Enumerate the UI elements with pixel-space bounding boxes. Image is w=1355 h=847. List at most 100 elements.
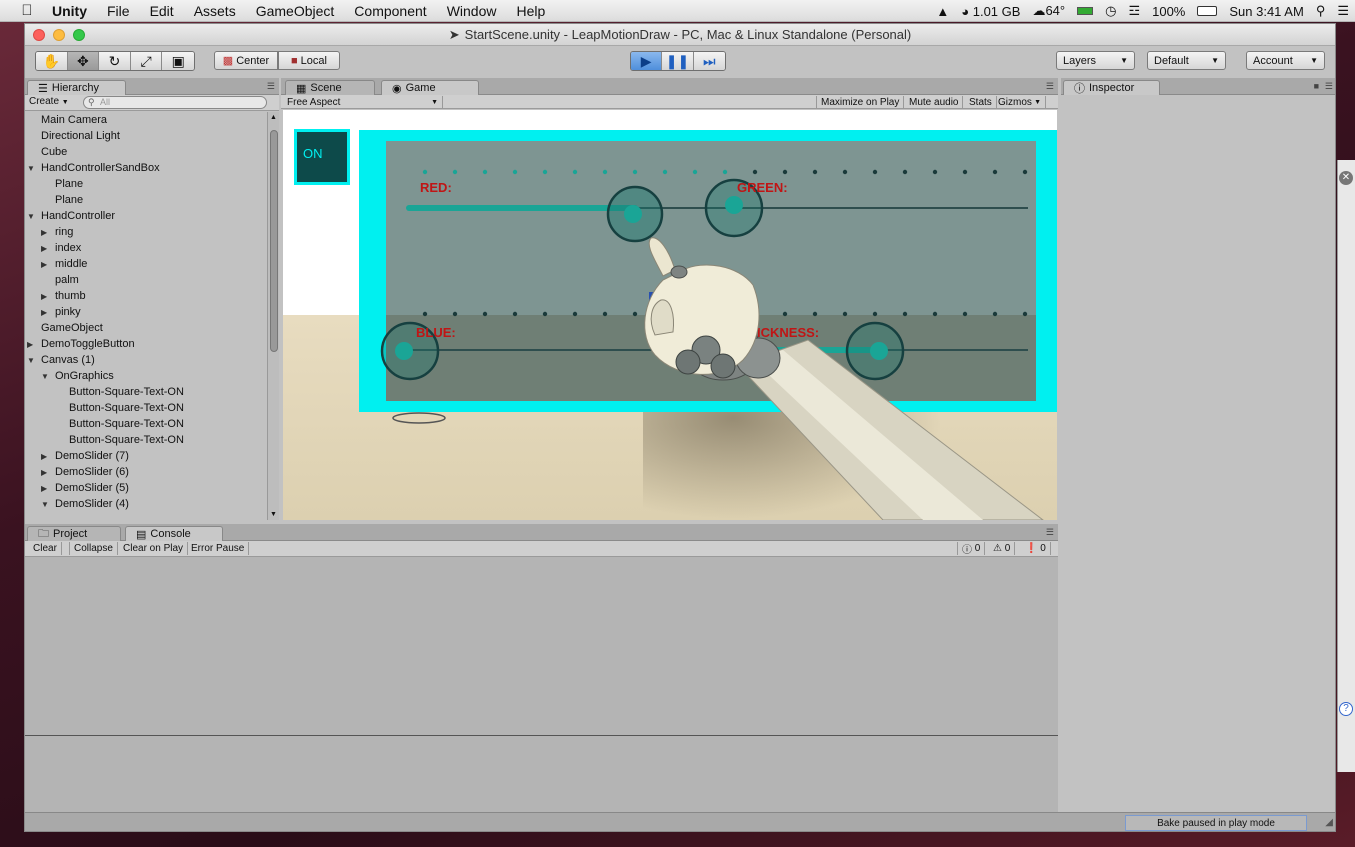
collapsed-arrow-icon[interactable]: ▶ [41,481,52,497]
red-slider-knob[interactable] [624,205,642,223]
console-detail-area[interactable] [25,737,1058,812]
resize-grip-icon[interactable]: ◢ [1325,817,1333,828]
hierarchy-item[interactable]: Button-Square-Text-ON [55,384,184,400]
panel-menu-icon[interactable]: ☰ [1046,527,1054,538]
lock-icon[interactable]: ■ [1314,81,1319,91]
hierarchy-item[interactable]: ▼ HandController [27,208,115,224]
create-dropdown[interactable]: Create ▼ [29,96,69,107]
hierarchy-item[interactable]: ▶ DemoSlider (7) [41,448,129,464]
console-clear-on-play-button[interactable]: Clear on Play [119,542,189,555]
hierarchy-item[interactable]: ▼ HandControllerSandBox [27,160,160,176]
hierarchy-item[interactable]: ▶ thumb [41,288,86,304]
menu-assets[interactable]: Assets [184,3,246,19]
expanded-arrow-icon[interactable]: ▼ [41,369,52,385]
hierarchy-scroll-thumb[interactable] [270,130,278,352]
spotlight-icon[interactable]: ⚲ [1316,3,1326,19]
collapsed-arrow-icon[interactable]: ▶ [41,257,52,273]
minimize-window-button[interactable] [53,29,65,41]
zoom-window-button[interactable] [73,29,85,41]
tab-project[interactable]: 🗀 Project [27,526,121,541]
expanded-arrow-icon[interactable]: ▼ [27,353,38,369]
console-log-list[interactable] [25,558,1058,736]
hierarchy-search-input[interactable]: ⚲ All [83,96,267,109]
expanded-arrow-icon[interactable]: ▼ [27,209,38,225]
clock[interactable]: Sun 3:41 AM [1229,4,1303,19]
maximize-on-play-toggle[interactable]: Maximize on Play [816,96,905,109]
tab-scene[interactable]: ▦ Scene [285,80,375,95]
hierarchy-item[interactable]: Button-Square-Text-ON [55,416,184,432]
close-window-button[interactable] [33,29,45,41]
account-dropdown[interactable]: Account ▼ [1246,51,1325,70]
menu-component[interactable]: Component [344,3,436,19]
hierarchy-item[interactable]: ▶ DemoSlider (6) [41,464,129,480]
memory-status[interactable]: ◕ 1.01 GB [961,4,1020,19]
menu-file[interactable]: File [97,3,140,19]
hierarchy-item[interactable]: Directional Light [27,128,120,144]
step-button[interactable]: ⏭ [693,52,725,70]
scale-tool-button[interactable]: ⤢ [130,52,163,70]
hierarchy-item[interactable]: ▶ ring [41,224,73,240]
console-clear-button[interactable]: Clear [29,542,62,555]
layout-dropdown[interactable]: Default ▼ [1147,51,1226,70]
apple-icon[interactable]:  [12,2,42,19]
tab-game[interactable]: ◉ Game [381,80,479,95]
collapsed-arrow-icon[interactable]: ▶ [41,241,52,257]
hierarchy-item[interactable]: Main Camera [27,112,107,128]
scroll-down-icon[interactable]: ▼ [270,511,277,518]
weather-status[interactable]: ☁64° [1032,3,1065,19]
pivot-center-toggle[interactable]: ▩ Center [214,51,278,70]
panel-menu-icon[interactable]: ☰ [1046,81,1054,92]
panel-menu-icon[interactable]: ☰ [267,81,275,92]
game-viewport[interactable]: ON RED: GREEN: BLUE: ICKNESS: [283,110,1057,520]
aspect-dropdown[interactable]: Free Aspect ▼ [283,96,443,109]
hierarchy-item[interactable]: Cube [27,144,67,160]
hierarchy-item[interactable]: Button-Square-Text-ON [55,400,184,416]
mute-audio-toggle[interactable]: Mute audio [905,96,964,109]
menu-gameobject[interactable]: GameObject [246,3,345,19]
hierarchy-item[interactable]: ▶ middle [41,256,87,272]
hierarchy-item[interactable]: Button-Square-Text-ON [55,432,184,448]
hierarchy-item[interactable]: ▶ pinky [41,304,81,320]
battery-meter-icon[interactable] [1077,7,1094,15]
hierarchy-scrollbar[interactable]: ▲ ▼ [267,112,279,520]
expanded-arrow-icon[interactable]: ▼ [27,161,38,177]
hierarchy-item[interactable]: ▶ DemoSlider (5) [41,480,129,496]
menu-edit[interactable]: Edit [140,3,184,19]
hierarchy-item[interactable]: ▶ DemoToggleButton [27,336,135,352]
warning-count-toggle[interactable]: ⚠ 0 [989,542,1016,555]
layers-dropdown[interactable]: Layers ▼ [1056,51,1135,70]
error-count-toggle[interactable]: ❗ 0 [1021,542,1051,555]
stats-toggle[interactable]: Stats [965,96,997,109]
tab-console[interactable]: ▤ Console [125,526,223,541]
rect-tool-button[interactable]: ▣ [162,52,194,70]
drive-icon[interactable]: ▲ [936,4,949,19]
help-icon[interactable]: ? [1339,702,1353,716]
collapsed-arrow-icon[interactable]: ▶ [41,465,52,481]
menu-window[interactable]: Window [437,3,507,19]
close-circle-icon[interactable]: ✕ [1339,171,1353,185]
collapsed-arrow-icon[interactable]: ▶ [41,449,52,465]
pause-button[interactable]: ❚❚ [662,52,694,70]
notification-center-icon[interactable]: ☰ [1337,3,1349,19]
hierarchy-item[interactable]: Plane [41,176,83,192]
info-count-toggle[interactable]: ⓘ 0 [957,542,986,556]
hierarchy-item[interactable]: ▼ DemoSlider (4) [41,496,129,512]
console-collapse-button[interactable]: Collapse [69,542,118,555]
tab-hierarchy[interactable]: ☰ Hierarchy [27,80,126,95]
menu-unity[interactable]: Unity [42,3,97,19]
move-tool-button[interactable]: ✥ [67,52,100,70]
battery-icon[interactable] [1197,6,1218,16]
collapsed-arrow-icon[interactable]: ▶ [41,305,52,321]
hierarchy-item[interactable]: Plane [41,192,83,208]
hand-tool-button[interactable]: ✋ [36,52,68,70]
time-machine-icon[interactable]: ◷ [1105,3,1116,19]
menu-help[interactable]: Help [506,3,555,19]
hierarchy-item[interactable]: ▼ OnGraphics [41,368,114,384]
green-slider-knob[interactable] [725,196,743,214]
rotate-tool-button[interactable]: ↻ [99,52,131,70]
gizmos-dropdown[interactable]: Gizmos ▼ [994,96,1046,109]
collapsed-arrow-icon[interactable]: ▶ [41,225,52,241]
collapsed-arrow-icon[interactable]: ▶ [41,289,52,305]
scroll-up-icon[interactable]: ▲ [270,114,277,121]
hierarchy-item[interactable]: ▼ Canvas (1) [27,352,95,368]
